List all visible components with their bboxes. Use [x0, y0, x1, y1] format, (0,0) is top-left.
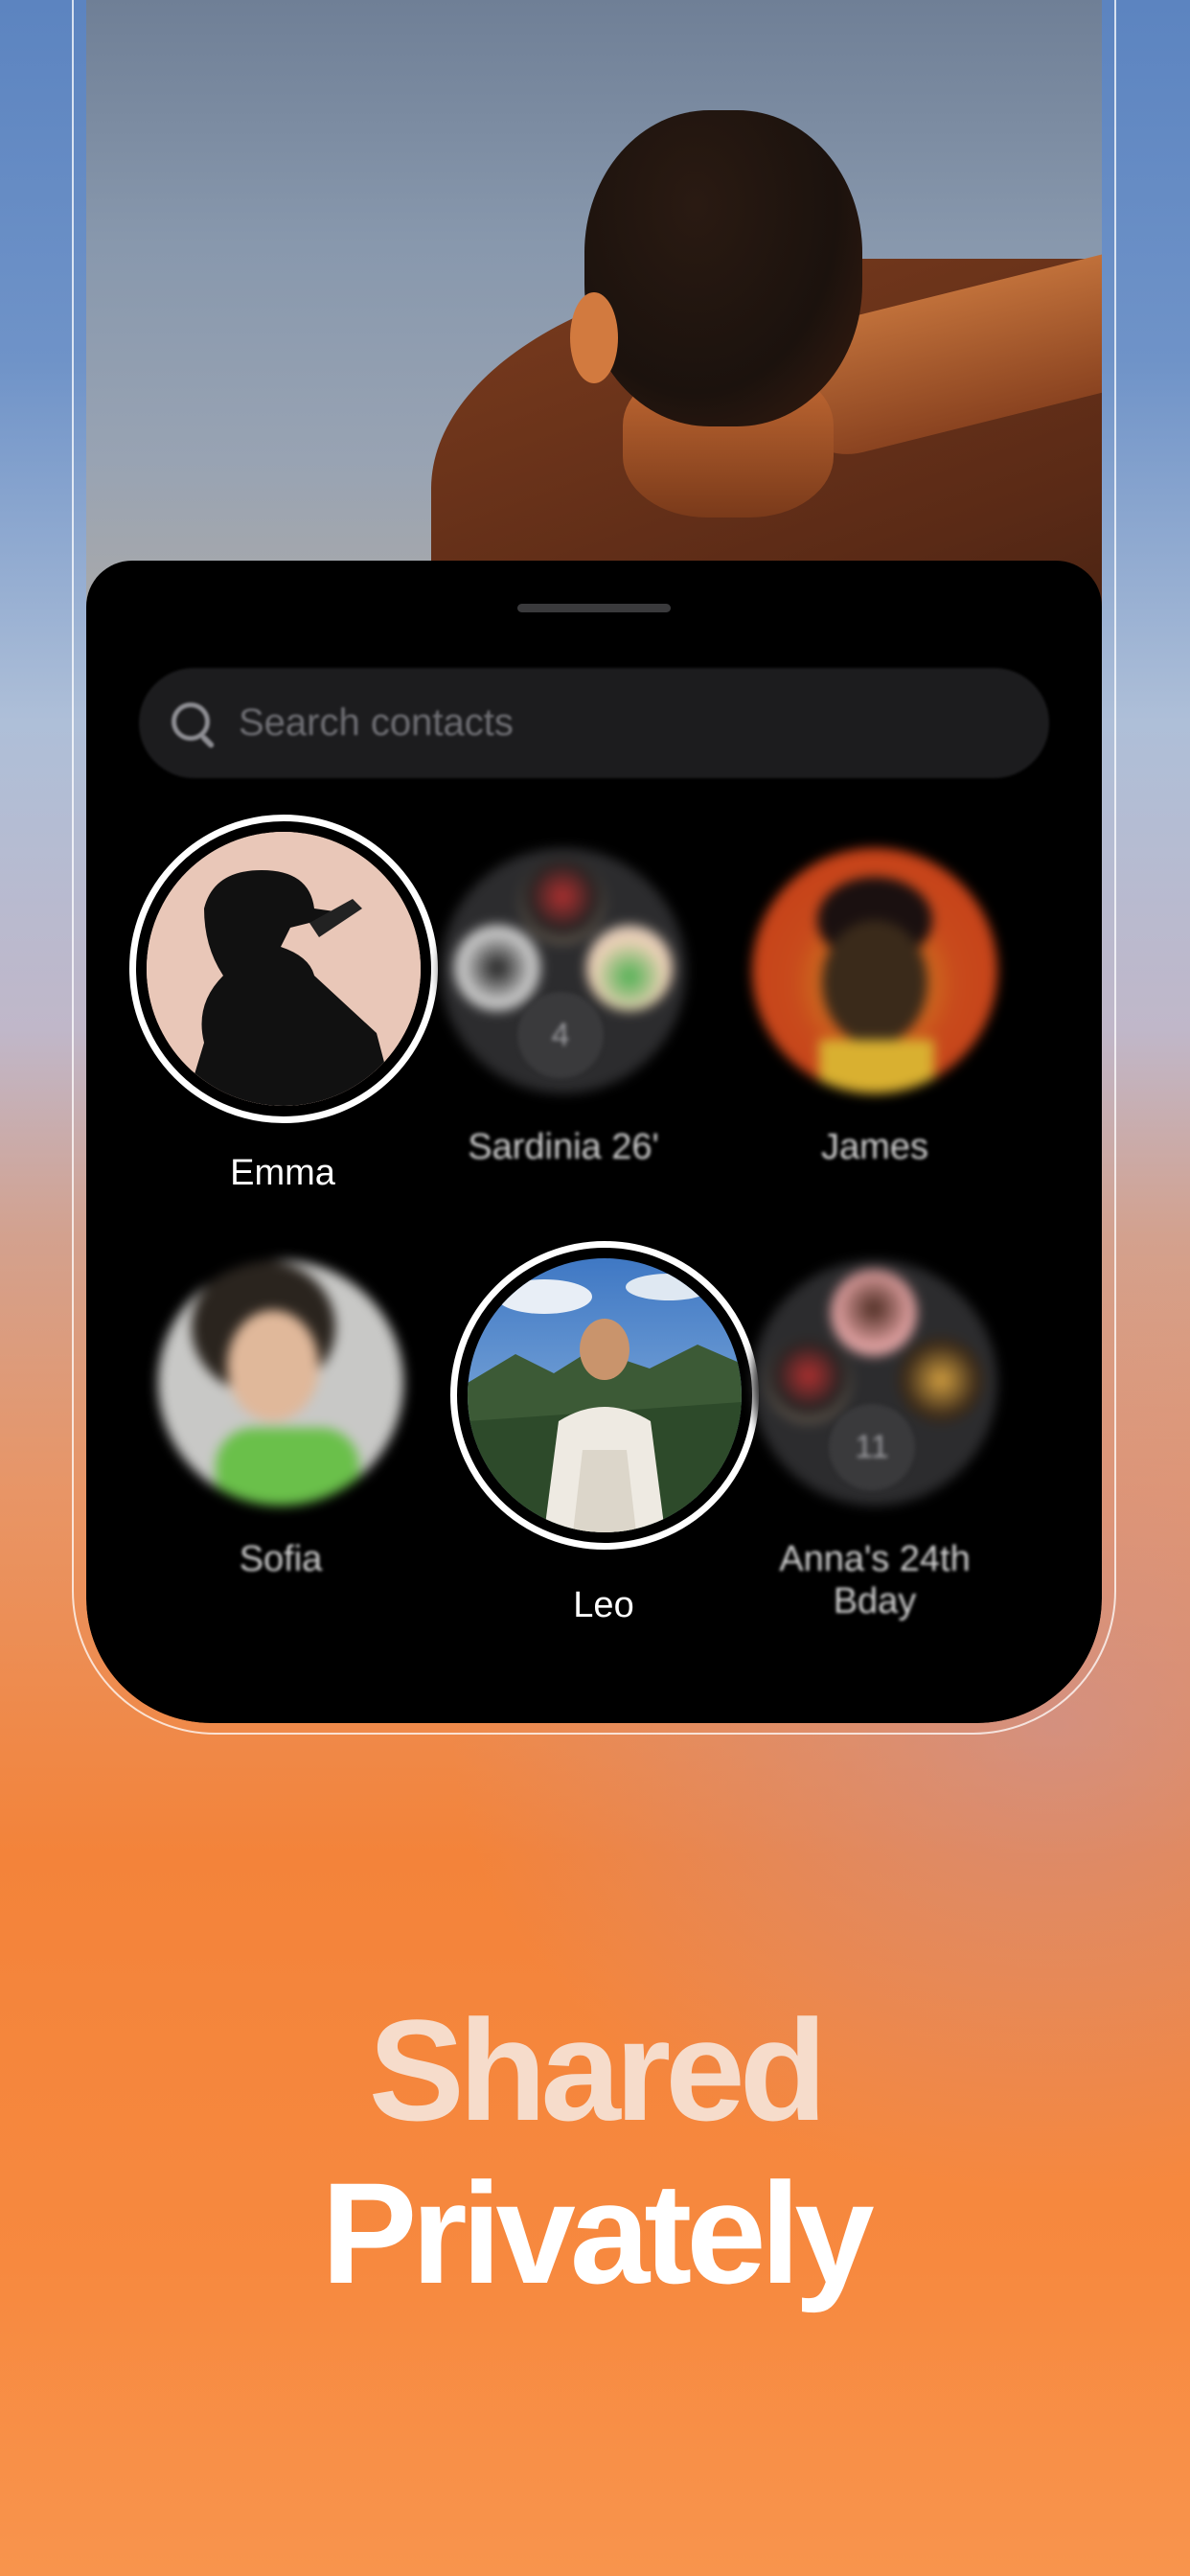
- contact-name: Sofia: [239, 1539, 323, 1579]
- contact-name: Leo: [573, 1585, 634, 1625]
- contact-group-sardinia[interactable]: 4 Sardinia 26': [441, 848, 747, 1167]
- contact-leo[interactable]: Leo: [450, 1241, 759, 1644]
- contact-sofia[interactable]: Sofia: [158, 1260, 465, 1579]
- contact-group-anna[interactable]: 11 Anna's 24th Bday: [752, 1260, 1059, 1644]
- headline-line-2: Privately: [321, 2152, 874, 2313]
- avatar: [158, 1260, 403, 1506]
- sheet-handle[interactable]: [517, 604, 671, 612]
- contact-emma[interactable]: Emma: [129, 815, 438, 1198]
- group-count-badge: 11: [829, 1404, 915, 1490]
- avatar: [752, 848, 997, 1093]
- search-input[interactable]: Search contacts: [239, 702, 514, 745]
- hero-photo: [86, 0, 1102, 719]
- search-icon: [168, 699, 217, 748]
- share-sheet: Search contacts Emma 4 Sardinia 26' Jame…: [86, 561, 1102, 1723]
- contact-name: Sardinia 26': [468, 1127, 659, 1167]
- group-count-badge: 4: [517, 992, 604, 1078]
- phone-screen: Search contacts Emma 4 Sardinia 26' Jame…: [86, 0, 1102, 1723]
- contact-name: James: [821, 1127, 928, 1167]
- contact-name: Emma: [230, 1153, 335, 1193]
- contact-name: Anna's 24th Bday: [779, 1539, 971, 1622]
- headline-line-1: Shared: [368, 1990, 828, 2150]
- contact-james[interactable]: James: [752, 848, 1059, 1167]
- avatar: [468, 1258, 742, 1532]
- avatar: [147, 832, 421, 1106]
- search-bar[interactable]: Search contacts: [139, 668, 1049, 778]
